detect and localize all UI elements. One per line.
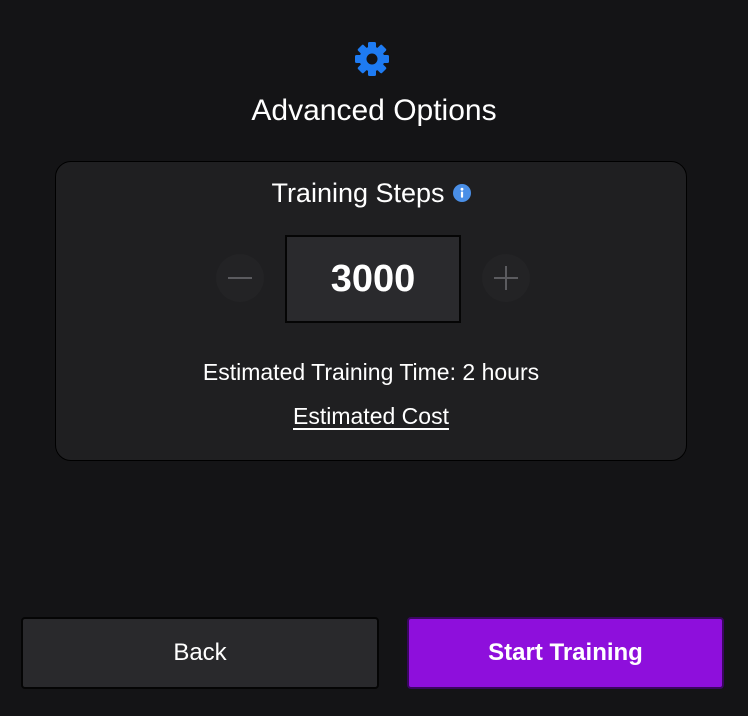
training-steps-header: Training Steps xyxy=(56,176,686,210)
training-steps-title: Training Steps xyxy=(271,178,445,208)
back-button[interactable]: Back xyxy=(21,617,379,689)
page-title: Advanced Options xyxy=(251,94,497,127)
advanced-options-screen: Advanced Options Training Steps Estim xyxy=(0,0,748,716)
estimated-cost-row: Estimated Cost xyxy=(56,402,686,430)
training-steps-card: Training Steps Estimated Training Time: … xyxy=(55,161,687,461)
info-icon[interactable] xyxy=(452,184,471,202)
plus-icon xyxy=(494,266,518,290)
decrement-button[interactable] xyxy=(216,254,264,302)
minus-icon xyxy=(228,277,252,279)
start-training-button[interactable]: Start Training xyxy=(407,617,724,689)
training-steps-input[interactable] xyxy=(285,235,461,323)
estimated-training-time: Estimated Training Time: 2 hours xyxy=(202,359,540,385)
estimated-cost-link[interactable]: Estimated Cost xyxy=(293,403,449,429)
increment-button[interactable] xyxy=(482,254,530,302)
gear-icon xyxy=(355,42,389,76)
